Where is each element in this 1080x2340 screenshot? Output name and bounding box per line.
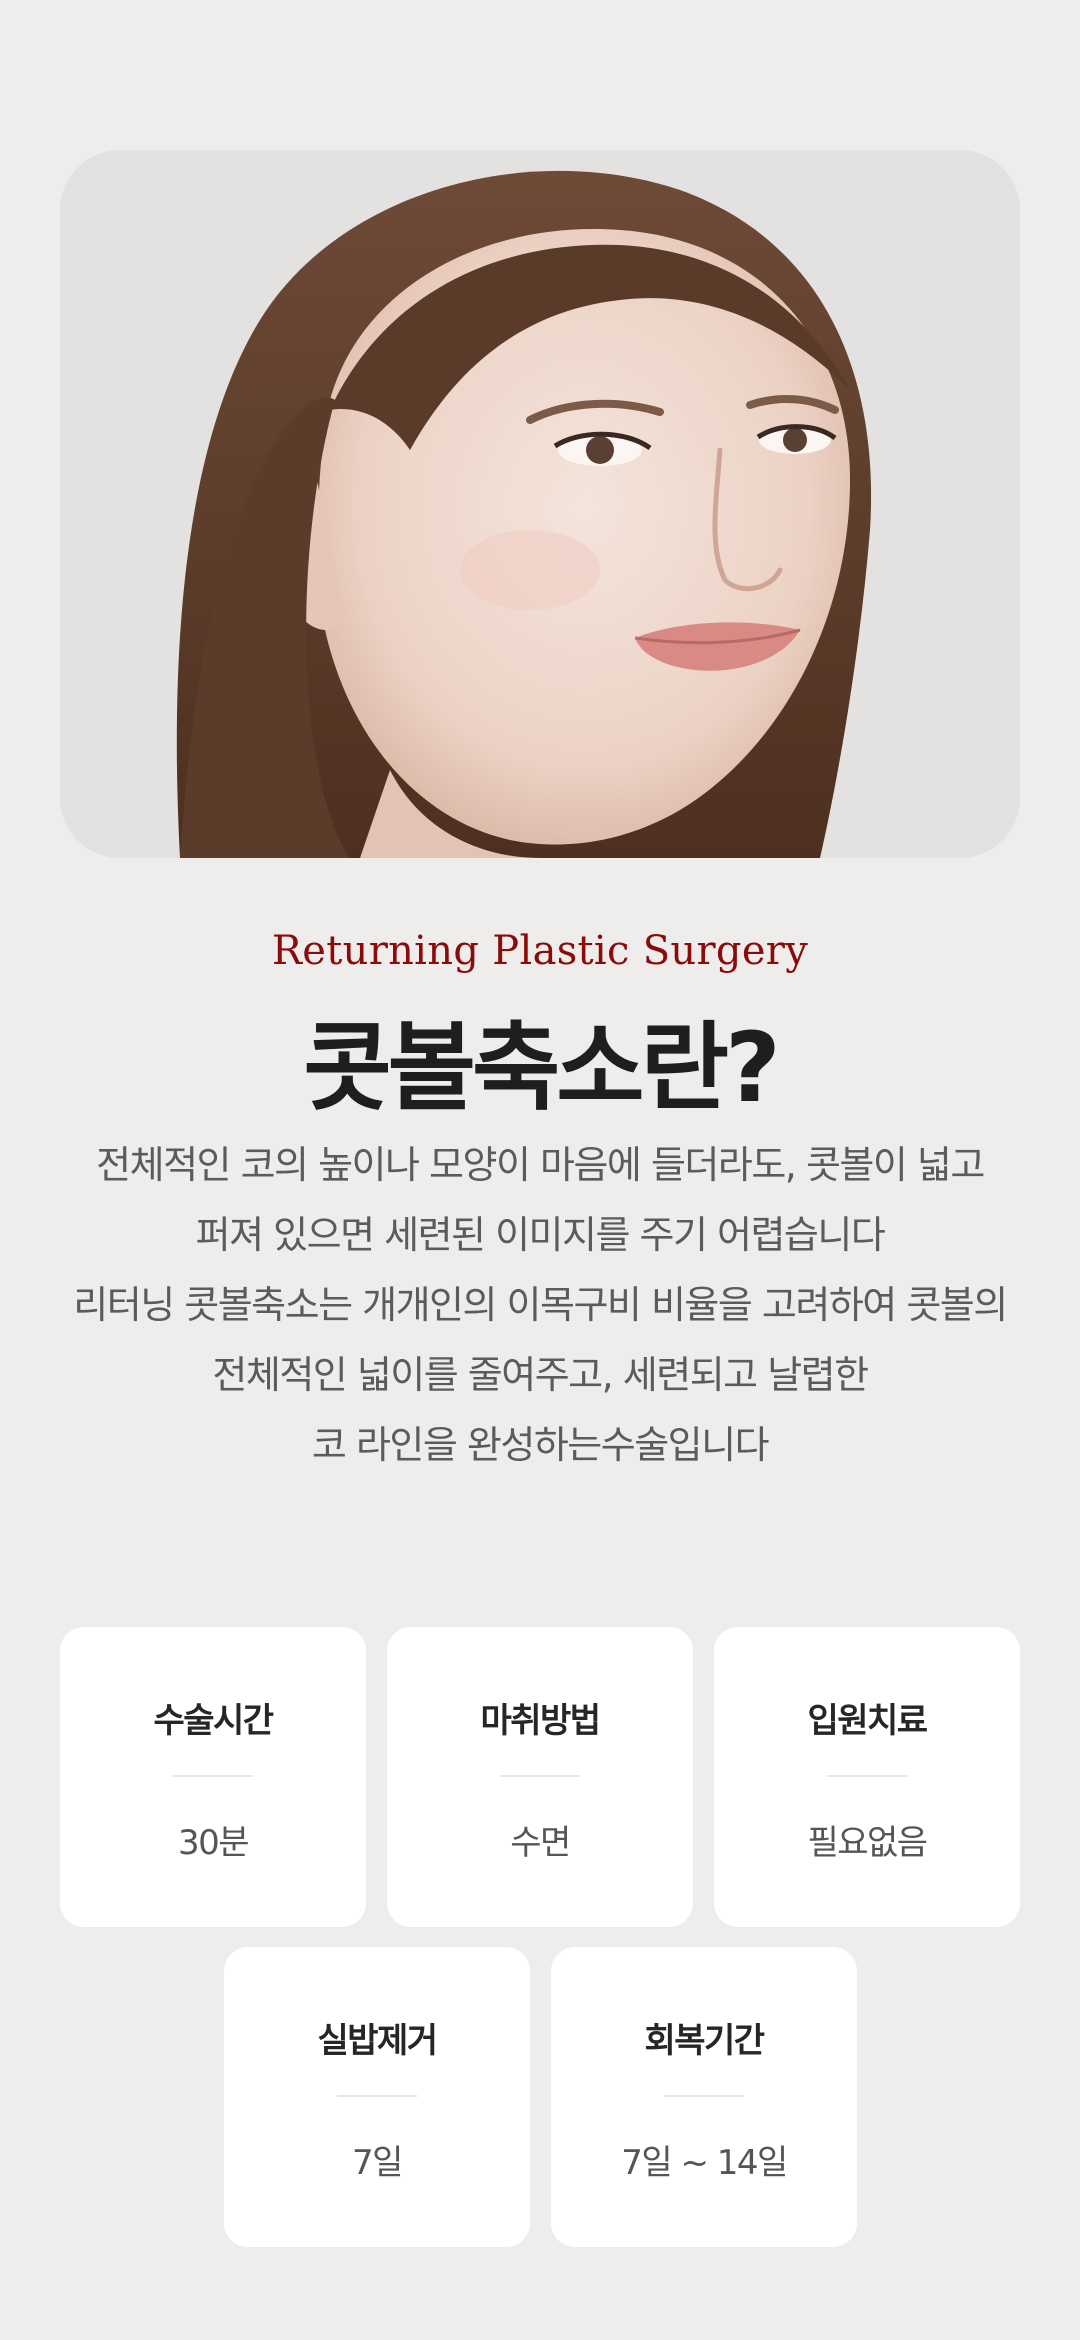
divider: [500, 1775, 580, 1777]
description-line: 전체적인 코의 높이나 모양이 마음에 들더라도, 콧볼이 넓고: [96, 1143, 985, 1187]
description-text: 전체적인 코의 높이나 모양이 마음에 들더라도, 콧볼이 넓고 퍼져 있으면 …: [40, 1130, 1040, 1480]
page-title: 콧볼축소란?: [303, 1012, 780, 1124]
divider: [173, 1775, 253, 1777]
info-card-anesthesia: 마취방법 수면: [387, 1627, 693, 1927]
info-card-label: 실밥제거: [317, 2021, 438, 2061]
info-card-label: 마취방법: [480, 1701, 601, 1741]
divider: [827, 1775, 907, 1777]
description-line: 리터닝 콧볼축소는 개개인의 이목구비 비율을 고려하여 콧볼의: [73, 1283, 1008, 1327]
description-line: 전체적인 넓이를 줄여주고, 세련되고 날렵한: [212, 1353, 869, 1397]
divider: [664, 2095, 744, 2097]
info-card-value: 30분: [177, 1823, 250, 1863]
info-card-label: 입원치료: [807, 1701, 928, 1741]
info-card-value: 7일 ~ 14일: [621, 2143, 788, 2183]
description-line: 퍼져 있으면 세련된 이미지를 주기 어렵습니다: [195, 1213, 886, 1257]
info-card-recovery-period: 회복기간 7일 ~ 14일: [551, 1947, 857, 2247]
info-card-hospitalization: 입원치료 필요없음: [714, 1627, 1020, 1927]
info-card-value: 필요없음: [807, 1823, 928, 1863]
info-card-value: 수면: [510, 1823, 571, 1863]
info-card-stitch-removal: 실밥제거 7일: [224, 1947, 530, 2247]
portrait-illustration: [60, 150, 1020, 858]
hero-portrait-image: [60, 150, 1020, 858]
description-line: 코 라인을 완성하는수술입니다: [311, 1423, 770, 1467]
info-card-surgery-time: 수술시간 30분: [60, 1627, 366, 1927]
info-card-label: 수술시간: [153, 1701, 274, 1741]
divider: [337, 2095, 417, 2097]
info-card-label: 회복기간: [644, 2021, 765, 2061]
eyebrow-subtitle: Returning Plastic Surgery: [271, 928, 809, 974]
info-card-value: 7일: [352, 2143, 403, 2183]
